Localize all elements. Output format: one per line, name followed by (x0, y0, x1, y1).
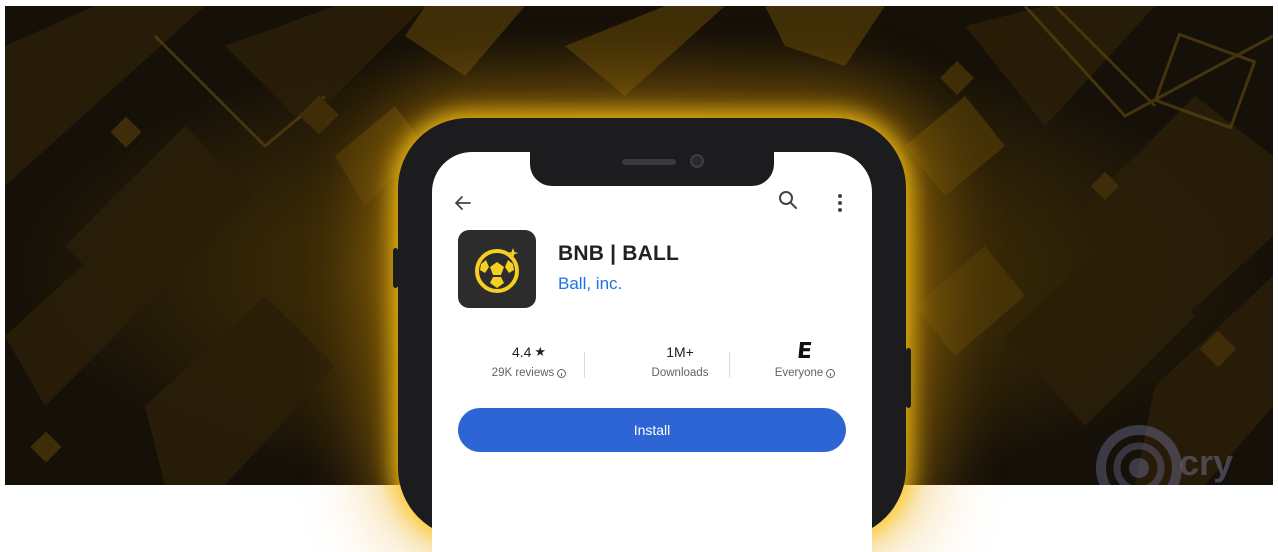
rating-value: 4.4 (511, 344, 532, 360)
arrow-left-icon (455, 196, 471, 210)
back-button[interactable] (448, 188, 478, 218)
phone-notch (530, 152, 774, 186)
rating-value-row: 4.4 ★ (454, 342, 604, 362)
stat-divider (729, 352, 730, 378)
app-icon (458, 230, 536, 308)
more-options-button[interactable] (825, 188, 855, 218)
phone-volume-button (393, 248, 398, 288)
star-icon: ★ (534, 344, 547, 359)
reviews-count: 29K reviews (491, 367, 555, 379)
content-rating-label: Everyone (774, 367, 824, 379)
app-title: BNB | BALL (558, 242, 680, 265)
app-stats-row: 4.4 ★ 29K reviews 1M+ Downloads E Everyo… (432, 339, 872, 392)
developer-link[interactable]: Ball, inc. (558, 274, 622, 294)
search-button[interactable] (773, 185, 803, 215)
install-button[interactable]: Install (458, 408, 846, 452)
info-icon (826, 368, 836, 378)
info-icon (557, 368, 567, 378)
esrb-everyone-icon: E (796, 339, 814, 364)
content-rating-label-row: Everyone (750, 367, 860, 379)
phone-power-button (906, 348, 911, 408)
reviews-label-row: 29K reviews (454, 367, 604, 379)
content-rating-value-row: E (750, 339, 860, 364)
watermark-ring-icon (1096, 425, 1182, 485)
stat-divider (584, 352, 585, 378)
more-vertical-icon (838, 194, 842, 212)
watermark-logo: cry (1079, 424, 1273, 485)
watermark-text: cry (1179, 442, 1234, 483)
content-rating-stat[interactable]: E Everyone (750, 339, 860, 379)
phone-camera (690, 154, 704, 168)
top-app-bar (432, 188, 872, 218)
soccer-ball-icon (475, 248, 519, 293)
phone-speaker (622, 159, 676, 165)
app-store-screen: BNB | BALL Ball, inc. 4.4 ★ 29K reviews … (432, 152, 872, 552)
search-icon (779, 191, 797, 209)
phone-mockup: BNB | BALL Ball, inc. 4.4 ★ 29K reviews … (393, 118, 911, 552)
rating-stat[interactable]: 4.4 ★ 29K reviews (454, 342, 604, 379)
